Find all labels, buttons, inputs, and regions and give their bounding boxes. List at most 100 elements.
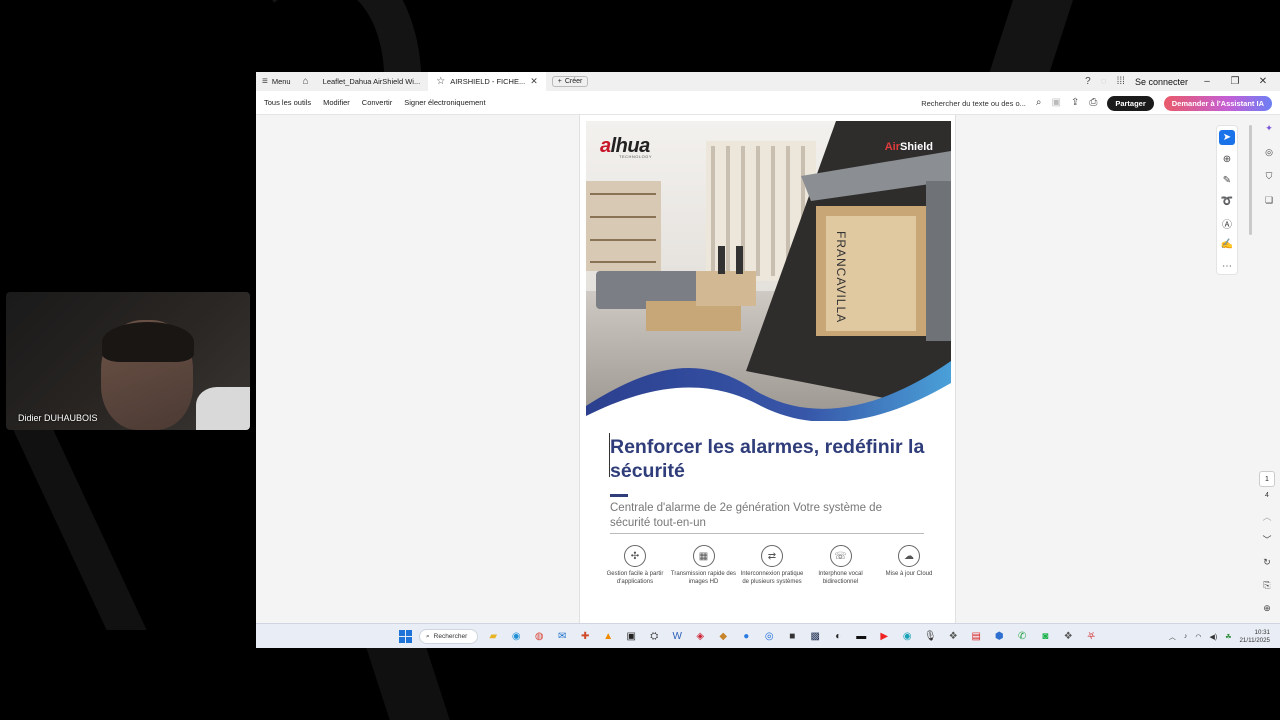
webcam-video: Didier DUHAUBOIS (6, 292, 250, 430)
bookmark-icon[interactable]: ⛉ (1261, 168, 1277, 184)
app-icon[interactable]: ◈ (692, 629, 708, 645)
app-icon[interactable]: ▩ (807, 629, 823, 645)
taskbar-search[interactable]: ⌕ Rechercher (419, 629, 479, 644)
obs-icon[interactable]: ◐ (830, 629, 846, 645)
document-subtitle[interactable]: Centrale d'alarme de 2e génération Votre… (610, 501, 910, 531)
app-icon[interactable]: ❖ (1060, 629, 1076, 645)
rotate-icon[interactable]: ↻ (1259, 554, 1275, 570)
sign-in-link[interactable]: Se connecter (1135, 77, 1188, 87)
tab-leaflet[interactable]: Leaflet_Dahua AirShield Wi... (315, 72, 429, 91)
ai-assistant-button[interactable]: Demander à l'Assistant IA (1163, 95, 1272, 111)
more-tools-icon[interactable]: ⋯ (1219, 259, 1235, 274)
weather-icon[interactable]: ☘ (1225, 633, 1231, 641)
file-explorer-icon[interactable]: ▰ (485, 629, 501, 645)
vlc-icon[interactable]: ▲ (600, 629, 616, 645)
app-icon[interactable]: ▣ (623, 629, 639, 645)
person-shirt (196, 387, 250, 430)
select-cursor-icon[interactable]: ➤ (1219, 130, 1235, 146)
interconnect-icon: ⇄ (761, 545, 783, 567)
app-icon[interactable]: ■ (784, 629, 800, 645)
home-button[interactable]: ⌂ (297, 72, 315, 91)
pdf-page[interactable]: aalhualhua TECHNOLOGY AirShield FRANCAVI… (579, 115, 956, 623)
zoom-comment-icon[interactable]: ⊕ (1219, 151, 1235, 166)
app-icon[interactable]: ◎ (761, 629, 777, 645)
convert-menu[interactable]: Convertir (356, 98, 398, 107)
help-icon[interactable]: ? (1085, 76, 1091, 87)
search-icon[interactable]: ⌕ (1036, 98, 1042, 108)
total-pages: 4 (1265, 492, 1269, 499)
vertical-scrollbar[interactable] (1249, 125, 1252, 235)
pdf-reader-window: ≡ Menu ⌂ Leaflet_Dahua AirShield Wi... ☆… (256, 72, 1280, 648)
comments-icon[interactable]: ◎ (1261, 144, 1277, 160)
minimize-icon[interactable]: – (1198, 76, 1216, 87)
volume-icon[interactable]: ◀) (1209, 633, 1217, 641)
microphone-tray-icon[interactable]: ♪ (1184, 633, 1188, 640)
star-icon[interactable]: ☆ (436, 76, 445, 87)
previous-page-icon[interactable]: ︿ (1259, 508, 1275, 524)
app-icon[interactable]: ✚ (577, 629, 593, 645)
notification-icon[interactable]: ◌ (1101, 76, 1107, 87)
app-icon[interactable]: ◉ (899, 629, 915, 645)
app-icon[interactable]: ❖ (945, 629, 961, 645)
wechat-icon[interactable]: ◙ (1037, 629, 1053, 645)
current-page-input[interactable]: 1 (1259, 471, 1275, 487)
taskbar-search-label: Rechercher (433, 633, 468, 640)
menu-label: Menu (271, 77, 291, 86)
app-icon[interactable]: ▬ (853, 629, 869, 645)
windows-taskbar: ⌕ Rechercher ▰ ◉ ◍ ✉ ✚ ▲ ▣ ⛭ W ◈ ◆ ● ◎ ■… (256, 623, 1280, 648)
annotation-toolbar: ➤ ⊕ ✎ ➰ Ⓐ ✍ ⋯ (1216, 125, 1238, 275)
system-clock[interactable]: 10:31 21/11/2025 (1239, 629, 1270, 645)
chrome-icon[interactable]: ◍ (531, 629, 547, 645)
person-hair (102, 322, 194, 362)
search-text-field[interactable]: Rechercher du texte ou des o... (921, 99, 1026, 108)
text-box-icon[interactable]: Ⓐ (1219, 216, 1235, 231)
tab-airshield[interactable]: ☆ AIRSHIELD - FICHE... ✕ (428, 72, 546, 91)
close-window-icon[interactable]: ✕ (1254, 76, 1272, 87)
background-shape (363, 640, 457, 720)
app-icon[interactable]: ▤ (968, 629, 984, 645)
network-icon[interactable]: ⛭ (646, 629, 662, 645)
app-icon[interactable]: ⬢ (991, 629, 1007, 645)
fit-page-icon[interactable]: ⎘ (1259, 577, 1275, 593)
upload-cloud-icon[interactable]: ⇪ (1071, 98, 1079, 108)
ai-summary-icon[interactable]: ✦ (1261, 120, 1277, 136)
edge-icon[interactable]: ◉ (508, 629, 524, 645)
create-button[interactable]: + Créer (551, 76, 589, 87)
acrobat-icon[interactable]: ⛧ (1083, 629, 1099, 645)
apps-grid-icon[interactable]: ⁞⁞⁞ (1117, 76, 1125, 87)
app-icon[interactable]: ◆ (715, 629, 731, 645)
subtitle-divider (610, 533, 924, 534)
windows-start-icon[interactable] (399, 630, 412, 643)
close-tab-icon[interactable]: ✕ (530, 76, 538, 87)
chevron-up-icon[interactable]: ︿ (1169, 632, 1176, 642)
page-navigation: ︿ ﹀ ↻ ⎘ ⊕ ⊖ (1259, 508, 1275, 639)
hd-image-icon: ▦ (692, 545, 715, 567)
document-viewport[interactable]: aalhualhua TECHNOLOGY AirShield FRANCAVI… (256, 115, 1280, 636)
youtube-icon[interactable]: ▶ (876, 629, 892, 645)
document-title[interactable]: Renforcer les alarmes, redéfinir la sécu… (610, 435, 930, 483)
lasso-icon[interactable]: ➰ (1219, 194, 1235, 209)
zoom-in-icon[interactable]: ⊕ (1259, 600, 1275, 616)
e-sign-menu[interactable]: Signer électroniquement (398, 98, 491, 107)
title-divider (610, 494, 628, 497)
whatsapp-icon[interactable]: ✆ (1014, 629, 1030, 645)
next-page-icon[interactable]: ﹀ (1259, 531, 1275, 547)
share-button[interactable]: Partager (1107, 95, 1154, 111)
hamburger-icon: ≡ (262, 75, 268, 87)
edit-menu[interactable]: Modifier (317, 98, 356, 107)
pen-icon[interactable]: ✎ (1219, 173, 1235, 188)
microphone-icon[interactable]: 🎙 (922, 629, 938, 645)
pages-icon[interactable]: ❏ (1261, 192, 1277, 208)
wifi-icon[interactable]: ◠ (1195, 633, 1201, 641)
desktop-stage: Didier DUHAUBOIS ≡ Menu ⌂ Leaflet_Dahua … (0, 0, 1280, 720)
app-icon[interactable]: ● (738, 629, 754, 645)
all-tools-menu[interactable]: Tous les outils (256, 98, 317, 107)
maximize-icon[interactable]: ❐ (1226, 76, 1244, 87)
menu-button[interactable]: ≡ Menu (256, 72, 297, 91)
save-icon[interactable]: ▣ (1051, 98, 1060, 108)
word-icon[interactable]: W (669, 629, 685, 645)
feature-item: ⇄ Interconnexion pratique de plusieurs s… (739, 545, 805, 586)
outlook-icon[interactable]: ✉ (554, 629, 570, 645)
stamp-icon[interactable]: ✍ (1219, 237, 1235, 252)
print-icon[interactable]: ⎙ (1089, 98, 1097, 108)
